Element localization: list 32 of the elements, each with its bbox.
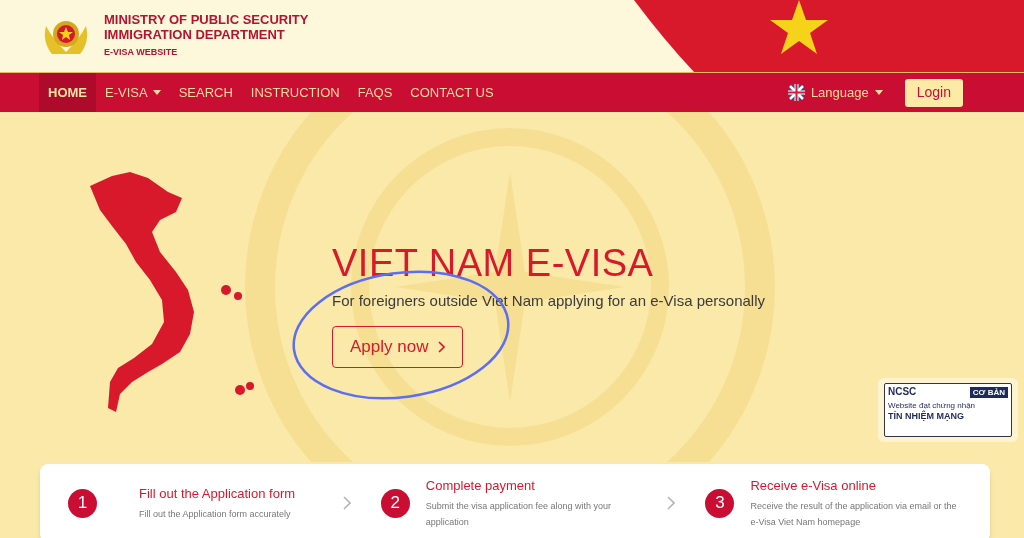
step-description: Fill out the Application form accurately	[139, 507, 292, 521]
step-number: 1	[68, 488, 97, 518]
step-title: Fill out the Application form	[139, 485, 296, 504]
badge-label: TÍN NHIỆM MẠNG	[888, 411, 965, 422]
step-title: Complete payment	[425, 477, 536, 496]
login-button[interactable]: Login	[904, 78, 963, 107]
department-title: IMMIGRATION DEPARTMENT	[104, 27, 286, 42]
nav-link[interactable]: CONTACT US	[401, 73, 503, 112]
caret-icon	[874, 90, 883, 95]
step-description: Receive the result of the application via email or the e-Visa Viet Nam homepage	[750, 499, 958, 529]
site-subtitle: E-VISA WEBSITE	[104, 46, 179, 59]
nav-link[interactable]: FAQS	[348, 73, 402, 112]
step-title: Receive e-Visa online	[750, 477, 877, 496]
language-dropdown[interactable]: Language	[787, 82, 883, 103]
badge-brand: NCSC	[888, 386, 917, 398]
nav-link[interactable]: HOME	[39, 73, 96, 112]
apply-now-button[interactable]: Apply now	[332, 325, 464, 368]
badge-level: CƠ BẢN	[969, 386, 1008, 398]
step-number: 3	[705, 488, 735, 518]
step-number: 2	[380, 488, 410, 518]
badge-caption: Website đạt chứng nhận	[888, 401, 977, 411]
chevron-right-icon	[342, 496, 351, 510]
uk-flag-icon	[787, 84, 805, 101]
nav-link[interactable]: SEARCH	[169, 73, 242, 112]
step-description: Submit the visa application fee along with your application	[425, 499, 612, 529]
nav-link[interactable]: INSTRUCTION	[241, 73, 349, 112]
chevron-right-icon	[667, 496, 676, 510]
chevron-right-icon	[438, 340, 446, 353]
ministry-title: MINISTRY OF PUBLIC SECURITY	[104, 12, 309, 27]
nav-link[interactable]: E-VISA	[96, 73, 170, 112]
hero-title: VIET NAM E-VISA	[332, 242, 654, 284]
trust-badge[interactable]: NCSC CƠ BẢN Website đạt chứng nhận TÍN NHIỆM MẠNG	[884, 383, 1012, 437]
